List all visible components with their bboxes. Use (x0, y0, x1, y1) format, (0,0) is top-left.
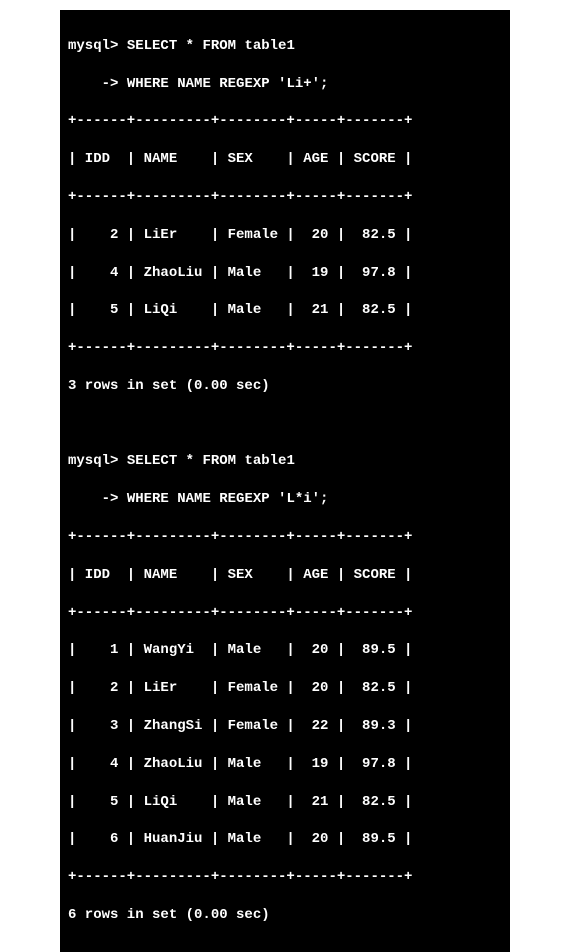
sql-where-clause: WHERE NAME REGEXP 'L*i'; (127, 491, 329, 507)
mysql-terminal: mysql> SELECT * FROM table1 -> WHERE NAM… (60, 10, 510, 952)
table2-header: | IDD | NAME | SEX | AGE | SCORE | (68, 566, 502, 585)
table2-border-top: +------+---------+--------+-----+-------… (68, 528, 502, 547)
sql-statement: SELECT * FROM table1 (127, 38, 295, 54)
mysql-prompt: mysql> (68, 453, 118, 469)
table-row: | 5 | LiQi | Male | 21 | 82.5 | (68, 301, 502, 320)
table1-border-bottom: +------+---------+--------+-----+-------… (68, 339, 502, 358)
query2-line1: mysql> SELECT * FROM table1 (68, 452, 502, 471)
spacer (68, 415, 502, 434)
sql-statement: SELECT * FROM table1 (127, 453, 295, 469)
table-row: | 6 | HuanJiu | Male | 20 | 89.5 | (68, 830, 502, 849)
mysql-prompt: mysql> (68, 38, 118, 54)
query1-summary: 3 rows in set (0.00 sec) (68, 377, 502, 396)
table1-border-top: +------+---------+--------+-----+-------… (68, 112, 502, 131)
table2-border-bottom: +------+---------+--------+-----+-------… (68, 868, 502, 887)
query2-summary: 6 rows in set (0.00 sec) (68, 906, 502, 925)
query1-line2: -> WHERE NAME REGEXP 'Li+'; (68, 75, 502, 94)
table2-border-mid: +------+---------+--------+-----+-------… (68, 604, 502, 623)
table-row: | 5 | LiQi | Male | 21 | 82.5 | (68, 793, 502, 812)
table-row: | 1 | WangYi | Male | 20 | 89.5 | (68, 641, 502, 660)
query1-line1: mysql> SELECT * FROM table1 (68, 37, 502, 56)
table-row: | 4 | ZhaoLiu | Male | 19 | 97.8 | (68, 755, 502, 774)
table-row: | 4 | ZhaoLiu | Male | 19 | 97.8 | (68, 264, 502, 283)
table1-border-mid: +------+---------+--------+-----+-------… (68, 188, 502, 207)
sql-where-clause: WHERE NAME REGEXP 'Li+'; (127, 76, 329, 92)
table-row: | 3 | ZhangSi | Female | 22 | 89.3 | (68, 717, 502, 736)
table-row: | 2 | LiEr | Female | 20 | 82.5 | (68, 679, 502, 698)
continuation-prompt: -> (68, 76, 118, 92)
continuation-prompt: -> (68, 491, 118, 507)
table1-header: | IDD | NAME | SEX | AGE | SCORE | (68, 150, 502, 169)
table-row: | 2 | LiEr | Female | 20 | 82.5 | (68, 226, 502, 245)
